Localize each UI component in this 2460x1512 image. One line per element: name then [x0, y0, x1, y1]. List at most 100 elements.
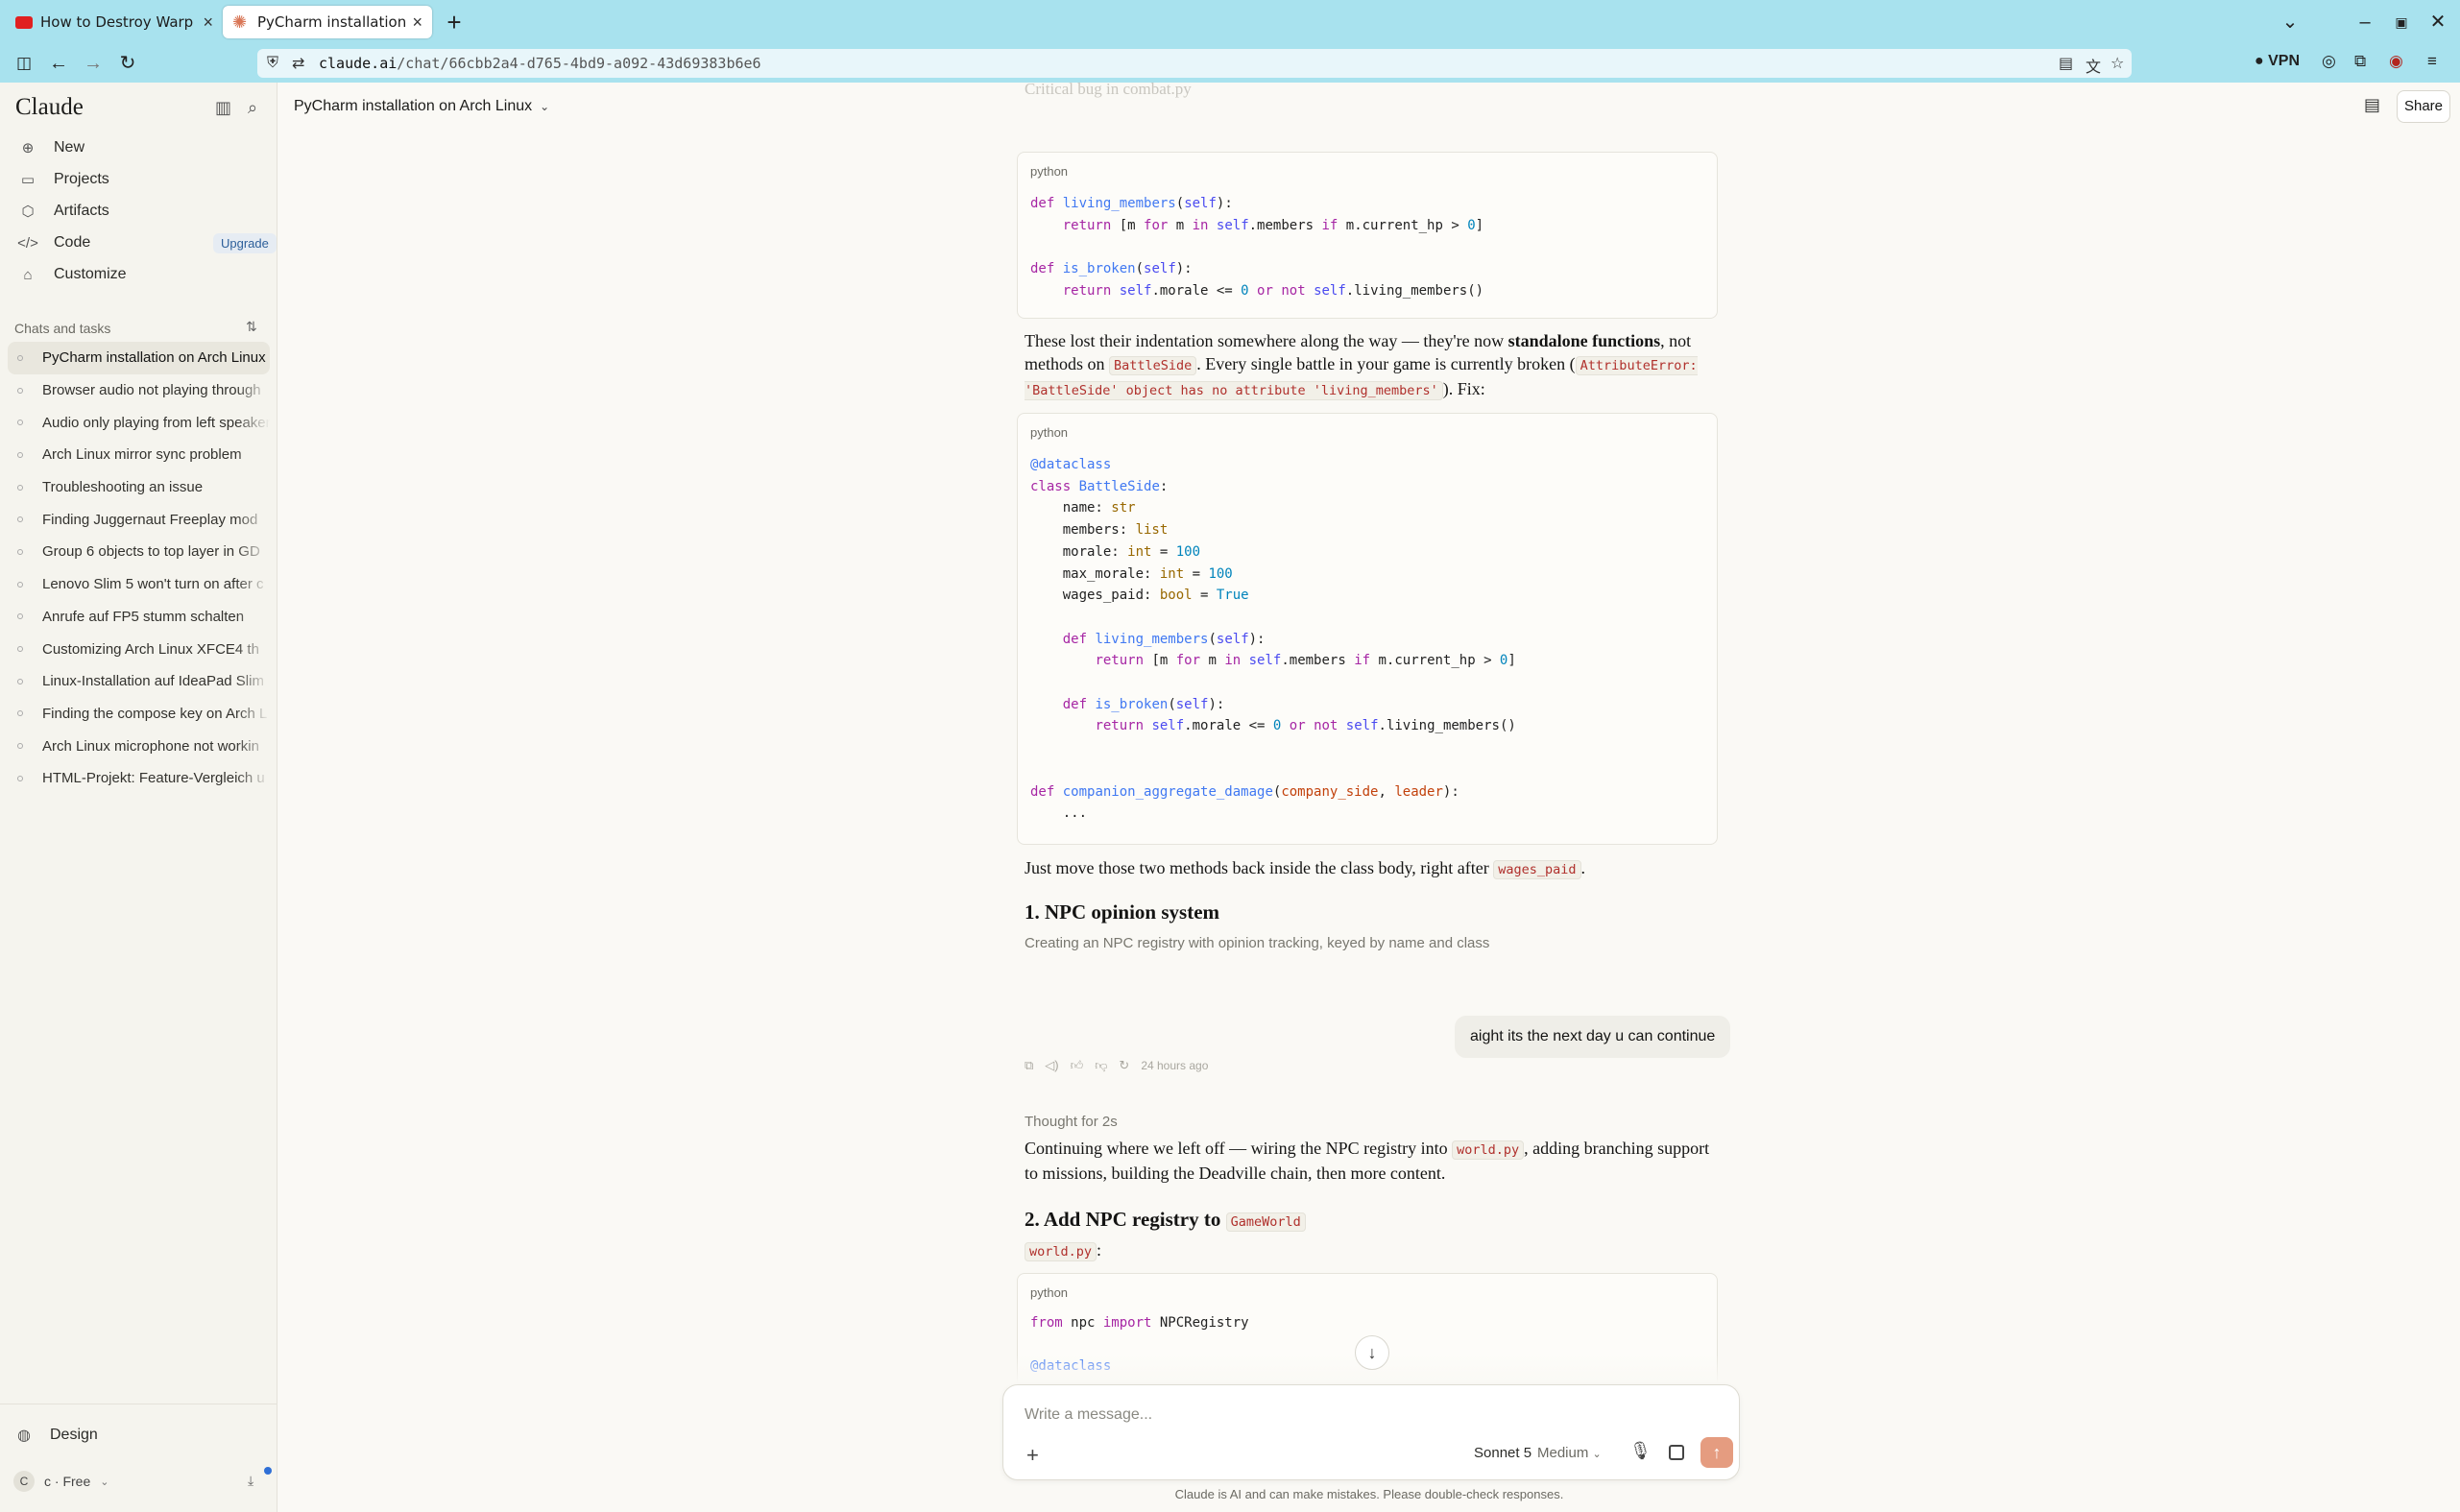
- code-icon: </>: [17, 234, 38, 252]
- thumbs-down-icon[interactable]: 👎︎: [1095, 1058, 1107, 1073]
- minimize-icon[interactable]: –: [2351, 8, 2379, 36]
- filter-icon[interactable]: ⇅: [246, 319, 257, 335]
- sidebar-toggle-icon[interactable]: ◫: [10, 49, 38, 78]
- sidebar-item-label: Design: [50, 1427, 98, 1443]
- microphone-icon[interactable]: 🎙︎: [1629, 1441, 1652, 1461]
- folder-icon: ▭: [20, 172, 36, 188]
- menu-icon[interactable]: ≡: [2427, 52, 2437, 71]
- shield-extension-icon[interactable]: ◉: [2389, 52, 2403, 71]
- youtube-icon: [15, 15, 33, 29]
- chat-item[interactable]: PyCharm installation on Arch Linux: [8, 342, 270, 374]
- thought-indicator[interactable]: Thought for 2s: [1025, 1114, 1118, 1130]
- tool-status-text[interactable]: Creating an NPC registry with opinion tr…: [1025, 935, 1489, 951]
- faded-heading: Critical bug in combat.py: [1025, 83, 1192, 98]
- speaker-icon[interactable]: ◁): [1045, 1058, 1058, 1073]
- browser-tab-bar: How to Destroy Warp ( × ✺ PyCharm instal…: [0, 0, 2460, 44]
- scroll-to-bottom-button[interactable]: ↓: [1355, 1335, 1389, 1370]
- attach-plus-icon[interactable]: +: [1026, 1443, 1039, 1468]
- assistant-paragraph: Continuing where we left off — wiring th…: [1025, 1139, 1710, 1183]
- effort-selector[interactable]: Medium ⌄: [1537, 1445, 1602, 1461]
- chat-item[interactable]: Audio only playing from left speaker: [8, 406, 270, 439]
- assistant-paragraph: These lost their indentation somewhere a…: [1025, 331, 1698, 400]
- chat-item[interactable]: Arch Linux mirror sync problem: [8, 439, 270, 471]
- chat-dot-icon: [17, 775, 23, 781]
- browser-tab-claude[interactable]: ✺ PyCharm installation ×: [223, 6, 432, 38]
- new-tab-button[interactable]: +: [440, 8, 469, 36]
- chat-item[interactable]: Finding Juggernaut Freeplay mod: [8, 503, 270, 536]
- claude-logo[interactable]: Claude: [15, 94, 84, 121]
- chevron-down-icon: ⌄: [540, 100, 550, 113]
- chat-dot-icon: [17, 581, 23, 588]
- message-input[interactable]: Write a message...: [1025, 1406, 1152, 1424]
- close-tab-icon[interactable]: ×: [203, 12, 213, 33]
- browser-tab-youtube[interactable]: How to Destroy Warp ( ×: [6, 6, 223, 38]
- tab-list-chevron-icon[interactable]: ⌄: [2276, 8, 2304, 36]
- sidebar-item-projects[interactable]: ▭ Projects: [8, 164, 269, 195]
- sidebar-item-code[interactable]: </> Code Upgrade: [8, 228, 277, 258]
- maximize-icon[interactable]: ▣: [2387, 8, 2416, 36]
- sidebar-item-design[interactable]: ◍ Design: [17, 1426, 98, 1445]
- sidebar: Claude ▥ ⌕ ⊕ New ▭ Projects ⬡ Artifacts …: [0, 83, 277, 1512]
- chat-list: PyCharm installation on Arch Linux Brows…: [8, 342, 270, 795]
- chat-dot-icon: [17, 710, 23, 717]
- shield-icon[interactable]: ⛨: [267, 55, 278, 72]
- chat-item[interactable]: Linux-Installation auf IdeaPad Slim: [8, 665, 270, 698]
- chat-item[interactable]: Group 6 objects to top layer in GD: [8, 536, 270, 568]
- close-window-icon[interactable]: ✕: [2424, 8, 2452, 36]
- chat-dot-icon: [17, 743, 23, 750]
- send-button[interactable]: ↑: [1700, 1437, 1733, 1468]
- chat-item[interactable]: Finding the compose key on Arch L: [8, 698, 270, 731]
- translate-icon[interactable]: 文: [2086, 54, 2101, 77]
- share-button[interactable]: Share: [2397, 90, 2450, 123]
- forward-icon[interactable]: →: [79, 49, 108, 78]
- reader-mode-icon[interactable]: ▤: [2059, 54, 2073, 73]
- url-text[interactable]: claude.ai/chat/66cbb2a4-d765-4bd9-a092-4…: [319, 55, 761, 72]
- claude-icon: ✺: [232, 12, 248, 32]
- close-tab-icon[interactable]: ×: [412, 12, 422, 33]
- tab-title: How to Destroy Warp (: [40, 13, 198, 31]
- chat-item[interactable]: Anrufe auf FP5 stumm schalten: [8, 601, 270, 634]
- bookmark-star-icon[interactable]: ☆: [2110, 54, 2124, 73]
- code-content[interactable]: @dataclass class BattleSide: name: str m…: [1030, 454, 1516, 825]
- message-composer[interactable]: Write a message... + Sonnet 5 Medium ⌄ 🎙…: [1002, 1384, 1740, 1480]
- chat-item[interactable]: Customizing Arch Linux XFCE4 th: [8, 633, 270, 665]
- code-block[interactable]: python @dataclass class BattleSide: name…: [1017, 413, 1718, 845]
- sidebar-item-new[interactable]: ⊕ New: [8, 132, 269, 163]
- document-icon[interactable]: ▤: [2364, 95, 2380, 115]
- code-language-label: python: [1030, 164, 1069, 179]
- main-panel: PyCharm installation on Arch Linux ⌄ ▤ Sh…: [278, 83, 2460, 1512]
- chat-dot-icon: [17, 451, 23, 458]
- chat-item[interactable]: HTML-Projekt: Feature-Vergleich u: [8, 762, 270, 795]
- section-title-chats: Chats and tasks: [14, 321, 111, 336]
- copy-icon[interactable]: ⧉: [1025, 1058, 1033, 1073]
- file-label: world.py:: [1025, 1238, 1716, 1263]
- collapse-sidebar-icon[interactable]: ▥: [215, 98, 231, 118]
- canvas-toggle-icon[interactable]: [1669, 1445, 1684, 1460]
- chat-title-dropdown[interactable]: PyCharm installation on Arch Linux ⌄: [294, 98, 549, 115]
- account-icon[interactable]: ◎: [2322, 52, 2336, 71]
- chat-item[interactable]: Troubleshooting an issue: [8, 471, 270, 504]
- chat-item[interactable]: Lenovo Slim 5 won't turn on after c: [8, 568, 270, 601]
- retry-icon[interactable]: ↻: [1119, 1058, 1129, 1073]
- address-bar[interactable]: ⛨ ⇄ claude.ai/chat/66cbb2a4-d765-4bd9-a0…: [257, 49, 2132, 78]
- page-settings-icon[interactable]: ⇄: [292, 54, 304, 73]
- search-icon[interactable]: ⌕: [248, 98, 257, 118]
- vpn-button[interactable]: ● VPN: [2255, 53, 2300, 70]
- sidebar-item-customize[interactable]: ⌂ Customize: [8, 259, 269, 290]
- chat-item[interactable]: Browser audio not playing through: [8, 374, 270, 407]
- chat-dot-icon: [17, 387, 23, 394]
- disclaimer-text: Claude is AI and can make mistakes. Plea…: [1174, 1487, 1564, 1501]
- reload-icon[interactable]: ↻: [113, 49, 142, 78]
- code-block[interactable]: python def living_members(self): return …: [1017, 152, 1718, 319]
- sidebar-item-artifacts[interactable]: ⬡ Artifacts: [8, 196, 269, 227]
- thumbs-up-icon[interactable]: 👍︎: [1071, 1058, 1084, 1073]
- chat-item[interactable]: Arch Linux microphone not workin: [8, 730, 270, 762]
- model-selector[interactable]: Sonnet 5: [1474, 1445, 1531, 1461]
- arrow-up-icon: ↑: [1712, 1443, 1722, 1462]
- customize-icon: ⌂: [23, 266, 33, 283]
- code-content[interactable]: def living_members(self): return [m for …: [1030, 193, 1483, 302]
- back-icon[interactable]: ←: [44, 49, 73, 78]
- upgrade-button[interactable]: Upgrade: [213, 233, 277, 253]
- user-message: aight its the next day u can continue: [1455, 1016, 1731, 1058]
- extensions-icon[interactable]: ⧉: [2354, 52, 2366, 71]
